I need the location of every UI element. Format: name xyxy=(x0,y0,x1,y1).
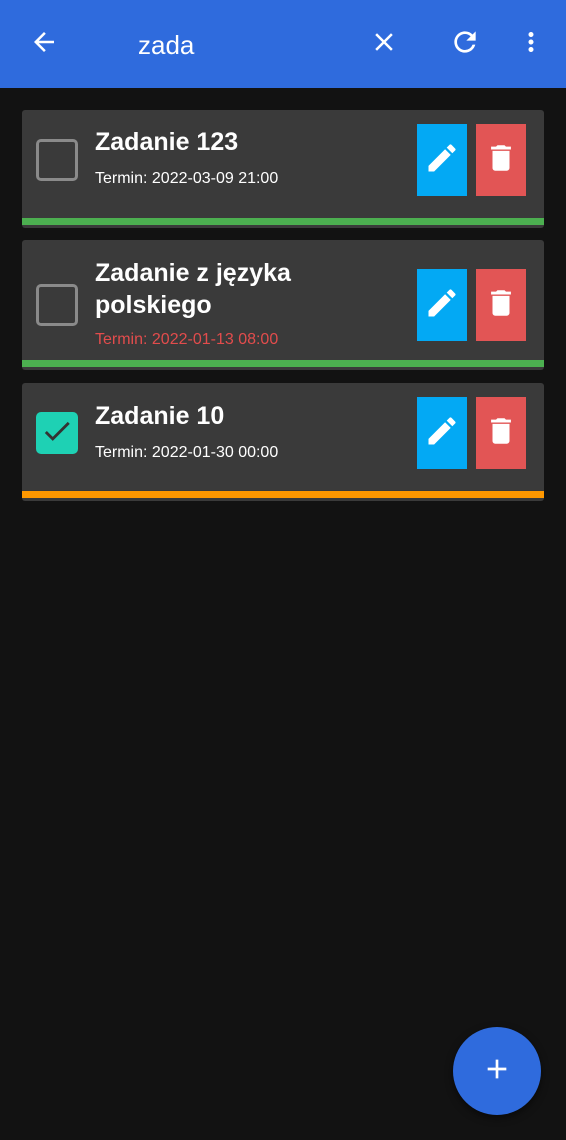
more-vertical-icon xyxy=(516,27,546,62)
task-done-checkbox[interactable] xyxy=(36,284,78,326)
pencil-icon xyxy=(424,140,460,181)
edit-button[interactable] xyxy=(417,397,467,469)
status-bar xyxy=(22,491,544,498)
task-title: Zadanie 123 xyxy=(95,128,239,156)
task-card[interactable]: Zadanie 10 Termin: 2022-01-30 00:00 xyxy=(22,383,544,501)
status-bar xyxy=(22,218,544,225)
close-icon xyxy=(369,27,399,62)
delete-button[interactable] xyxy=(476,124,526,196)
task-deadline: Termin: 2022-01-30 00:00 xyxy=(95,444,279,461)
back-button[interactable] xyxy=(24,24,64,64)
check-icon xyxy=(40,414,74,453)
task-card[interactable]: Zadanie 123 Termin: 2022-03-09 21:00 xyxy=(22,110,544,228)
delete-button[interactable] xyxy=(476,397,526,469)
overflow-menu-button[interactable] xyxy=(511,24,551,64)
task-title: Zadanie z języka polskiego xyxy=(95,259,291,319)
task-title: Zadanie 10 xyxy=(95,402,225,430)
arrow-left-icon xyxy=(29,27,59,62)
search-query[interactable]: zada xyxy=(138,28,194,62)
edit-button[interactable] xyxy=(417,124,467,196)
pencil-icon xyxy=(424,285,460,326)
task-deadline: Termin: 2022-01-13 08:00 xyxy=(95,331,279,348)
task-done-checkbox[interactable] xyxy=(36,412,78,454)
app-bar: zada xyxy=(0,0,566,88)
pencil-icon xyxy=(424,413,460,454)
refresh-button[interactable] xyxy=(445,24,485,64)
clear-search-button[interactable] xyxy=(364,24,404,64)
trash-icon xyxy=(484,414,518,453)
trash-icon xyxy=(484,286,518,325)
refresh-icon xyxy=(449,26,481,63)
status-bar xyxy=(22,360,544,367)
task-card[interactable]: Zadanie z języka polskiego Termin: 2022-… xyxy=(22,240,544,370)
task-deadline: Termin: 2022-03-09 21:00 xyxy=(95,170,279,187)
plus-icon xyxy=(481,1053,513,1090)
task-done-checkbox[interactable] xyxy=(36,139,78,181)
edit-button[interactable] xyxy=(417,269,467,341)
add-task-button[interactable] xyxy=(453,1027,541,1115)
trash-icon xyxy=(484,141,518,180)
delete-button[interactable] xyxy=(476,269,526,341)
